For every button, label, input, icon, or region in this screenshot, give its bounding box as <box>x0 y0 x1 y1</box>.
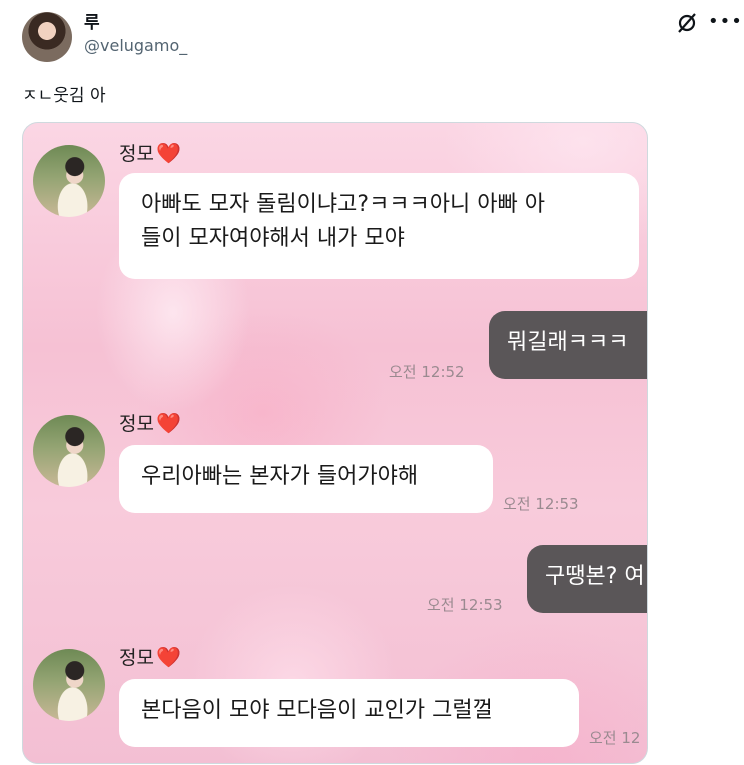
author-name[interactable]: 루 <box>84 8 100 33</box>
incoming-bubble: 아빠도 모자 돌림이냐고?ㅋㅋㅋ아니 아빠 아 들이 모자여야해서 내가 모야 <box>119 173 639 279</box>
author-avatar[interactable] <box>22 12 72 62</box>
message-text: 뭐길래ㅋㅋㅋ <box>507 330 629 355</box>
sender-name: 정모 ❤️ <box>119 409 181 436</box>
chat-avatar <box>33 649 105 721</box>
grok-icon[interactable] <box>676 12 698 34</box>
sender-label: 정모 <box>119 413 154 435</box>
tweet-text: ㅈㄴ웃김 아 <box>22 86 106 106</box>
sender-name: 정모 ❤️ <box>119 139 181 166</box>
message-time: 오전 12:52 <box>389 363 465 381</box>
message-text: 본다음이 모야 모다음이 교인가 그럴껄 <box>141 698 493 723</box>
incoming-bubble: 우리아빠는 본자가 들어가야해 <box>119 445 493 513</box>
sender-label: 정모 <box>119 143 154 165</box>
heart-icon: ❤️ <box>155 141 181 165</box>
message-line: 들이 모자여야해서 내가 모야 <box>141 226 405 251</box>
chat-avatar <box>33 415 105 487</box>
heart-icon: ❤️ <box>155 411 181 435</box>
outgoing-bubble: 구땡본? 여 <box>527 545 647 613</box>
author-handle[interactable]: @velugamo_ <box>84 36 187 55</box>
message-time: 오전 12:53 <box>503 495 579 513</box>
message-time: 오전 12 <box>589 729 641 747</box>
chat-avatar <box>33 145 105 217</box>
more-icon[interactable]: ••• <box>708 11 743 32</box>
message-line: 아빠도 모자 돌림이냐고?ㅋㅋㅋ아니 아빠 아 <box>141 192 545 217</box>
attached-image[interactable]: 정모 ❤️ 아빠도 모자 돌림이냐고?ㅋㅋㅋ아니 아빠 아 들이 모자여야해서 내… <box>22 122 648 764</box>
message-text: 우리아빠는 본자가 들어가야해 <box>141 464 419 489</box>
message-time: 오전 12:53 <box>427 596 503 614</box>
incoming-bubble: 본다음이 모야 모다음이 교인가 그럴껄 <box>119 679 579 747</box>
message-text: 구땡본? 여 <box>545 564 645 589</box>
sender-name: 정모 ❤️ <box>119 643 181 670</box>
heart-icon: ❤️ <box>155 645 181 669</box>
sender-label: 정모 <box>119 647 154 669</box>
outgoing-bubble: 뭐길래ㅋㅋㅋ <box>489 311 647 379</box>
